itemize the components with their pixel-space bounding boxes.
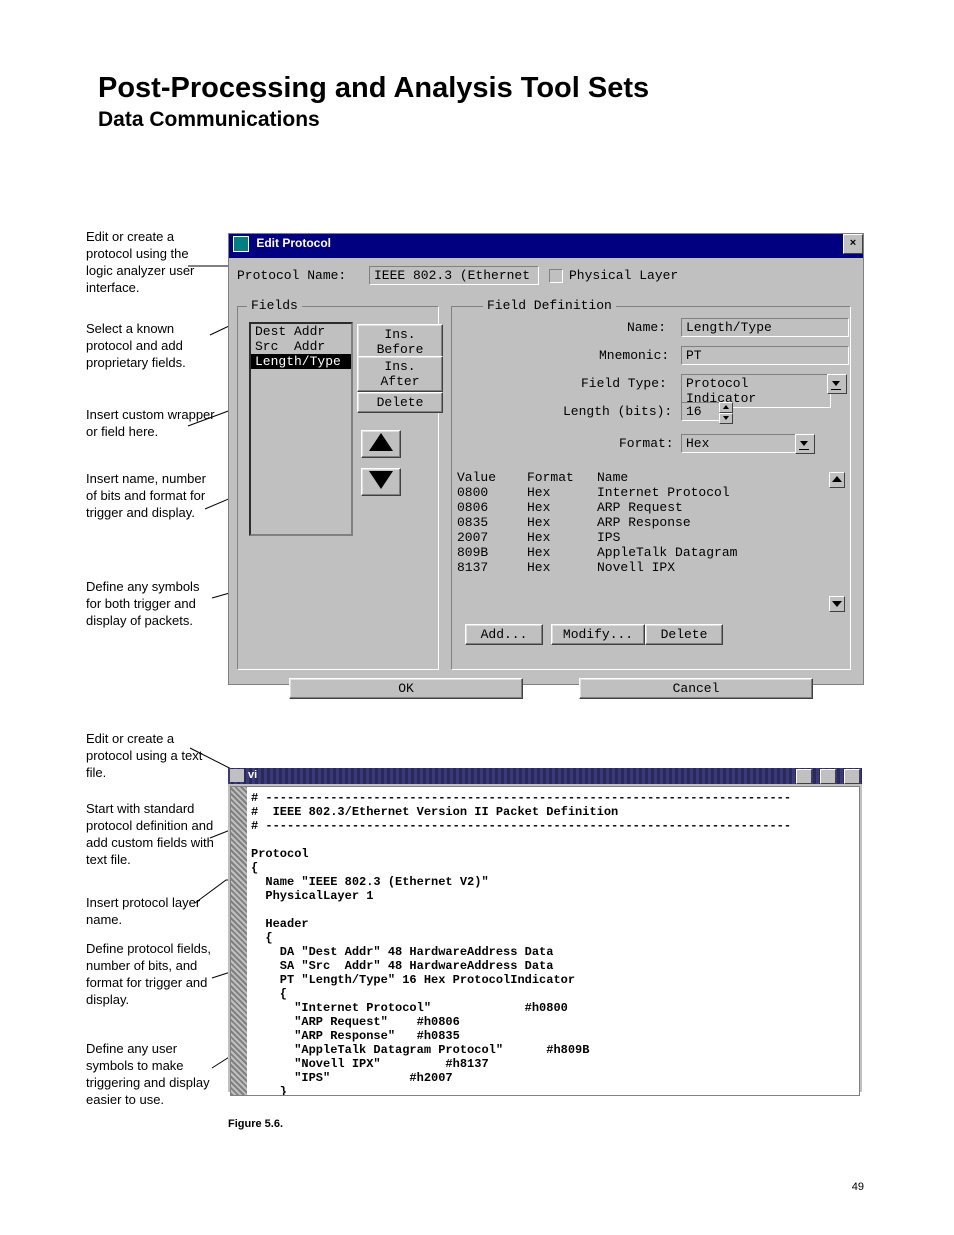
protocol-name-label: Protocol Name: (237, 268, 346, 283)
table-row[interactable]: 0835HexARP Response (457, 515, 845, 530)
fd-mnemonic-label: Mnemonic: (599, 348, 669, 363)
terminal-window: vi # -----------------------------------… (228, 768, 862, 1092)
value-table: Value Format Name 0800HexInternet Protoc… (457, 470, 845, 575)
add-button[interactable]: Add... (465, 624, 543, 645)
cell-value: 809B (457, 545, 527, 560)
list-item[interactable]: Dest Addr (251, 324, 351, 339)
cell-value: 2007 (457, 530, 527, 545)
fd-name-field[interactable]: Length/Type (681, 318, 849, 337)
close-icon[interactable]: × (843, 234, 863, 254)
annotation-4: Insert name, number of bits and format f… (86, 470, 216, 521)
fieldtype-dropdown-button[interactable] (827, 374, 847, 394)
table-row[interactable]: 2007HexIPS (457, 530, 845, 545)
cell-value: 0806 (457, 500, 527, 515)
move-down-button[interactable] (361, 468, 401, 496)
physical-layer-checkbox[interactable]: Physical Layer (549, 268, 678, 283)
terminal-gutter (231, 787, 247, 1095)
cell-name: ARP Response (597, 515, 691, 530)
page-number: 49 (852, 1181, 864, 1193)
col-format: Format (527, 470, 597, 485)
col-value: Value (457, 470, 527, 485)
delete-value-button[interactable]: Delete (645, 624, 723, 645)
annotation-3: Insert custom wrapper or field here. (86, 406, 216, 440)
ok-button[interactable]: OK (289, 678, 523, 699)
terminal-title: vi (248, 769, 257, 781)
table-row[interactable]: 8137HexNovell IPX (457, 560, 845, 575)
list-item[interactable]: Src Addr (251, 339, 351, 354)
triangle-down-icon (369, 471, 393, 489)
annotation-6: Edit or create a protocol using a text f… (86, 730, 216, 781)
page-title: Post-Processing and Analysis Tool Sets (98, 72, 649, 105)
delete-field-button[interactable]: Delete (357, 392, 443, 413)
length-spinner[interactable] (719, 402, 733, 424)
physical-layer-label: Physical Layer (569, 268, 678, 283)
terminal-icon (230, 769, 244, 782)
fd-name-label: Name: (627, 320, 666, 335)
cell-name: IPS (597, 530, 620, 545)
cell-value: 8137 (457, 560, 527, 575)
cell-format: Hex (527, 545, 597, 560)
cell-name: Internet Protocol (597, 485, 730, 500)
cell-name: ARP Request (597, 500, 683, 515)
table-row[interactable]: 0806HexARP Request (457, 500, 845, 515)
format-dropdown-button[interactable] (795, 434, 815, 454)
annotation-1: Edit or create a protocol using the logi… (86, 228, 216, 296)
field-definition-group-label: Field Definition (483, 298, 616, 313)
cell-format: Hex (527, 485, 597, 500)
col-name: Name (597, 470, 628, 485)
protocol-name-field[interactable]: IEEE 802.3 (Ethernet (369, 266, 539, 285)
minimize-icon[interactable] (796, 769, 812, 784)
cell-value: 0800 (457, 485, 527, 500)
terminal-body[interactable]: # --------------------------------------… (230, 786, 860, 1096)
table-row[interactable]: 809BHexAppleTalk Datagram (457, 545, 845, 560)
annotation-2: Select a known protocol and add propriet… (86, 320, 216, 371)
fd-mnemonic-field[interactable]: PT (681, 346, 849, 365)
annotation-5: Define any symbols for both trigger and … (86, 578, 216, 629)
spinner-up-icon[interactable] (719, 402, 733, 413)
cell-format: Hex (527, 530, 597, 545)
fd-length-label: Length (bits): (563, 404, 672, 419)
spinner-down-icon[interactable] (719, 413, 733, 424)
edit-protocol-dialog: Edit Protocol × Protocol Name: IEEE 802.… (228, 233, 864, 685)
list-item-selected[interactable]: Length/Type (251, 354, 351, 369)
dialog-title: Edit Protocol (256, 236, 331, 250)
fd-format-field[interactable]: Hex (681, 434, 799, 453)
ins-before-button[interactable]: Ins. Before (357, 324, 443, 360)
cell-format: Hex (527, 560, 597, 575)
modify-button[interactable]: Modify... (551, 624, 645, 645)
fields-listbox[interactable]: Dest Addr Src Addr Length/Type (249, 322, 353, 536)
dialog-titlebar[interactable]: Edit Protocol × (229, 234, 863, 258)
triangle-up-icon (369, 433, 393, 451)
fields-group-label: Fields (247, 298, 302, 313)
fd-length-field[interactable]: 16 (681, 402, 721, 421)
cell-value: 0835 (457, 515, 527, 530)
fd-format-label: Format: (619, 436, 674, 451)
annotation-8: Insert protocol layer name. (86, 894, 216, 928)
move-up-button[interactable] (361, 430, 401, 458)
fd-fieldtype-label: Field Type: (581, 376, 667, 391)
terminal-text: # --------------------------------------… (251, 791, 855, 1096)
checkbox-icon (549, 269, 563, 283)
annotation-7: Start with standard protocol definition … (86, 800, 216, 868)
figure-caption: Figure 5.6. (228, 1118, 283, 1130)
cell-name: Novell IPX (597, 560, 675, 575)
cell-format: Hex (527, 515, 597, 530)
annotation-10: Define any user symbols to make triggeri… (86, 1040, 216, 1108)
close-terminal-icon[interactable] (844, 769, 860, 784)
ins-after-button[interactable]: Ins. After (357, 356, 443, 392)
table-scrollbar[interactable] (829, 472, 845, 612)
page-subtitle: Data Communications (98, 108, 320, 132)
cell-format: Hex (527, 500, 597, 515)
maximize-icon[interactable] (820, 769, 836, 784)
terminal-titlebar[interactable]: vi (228, 768, 862, 784)
annotation-9: Define protocol fields, number of bits, … (86, 940, 216, 1008)
cancel-button[interactable]: Cancel (579, 678, 813, 699)
window-icon (233, 236, 249, 252)
cell-name: AppleTalk Datagram (597, 545, 737, 560)
table-row[interactable]: 0800HexInternet Protocol (457, 485, 845, 500)
